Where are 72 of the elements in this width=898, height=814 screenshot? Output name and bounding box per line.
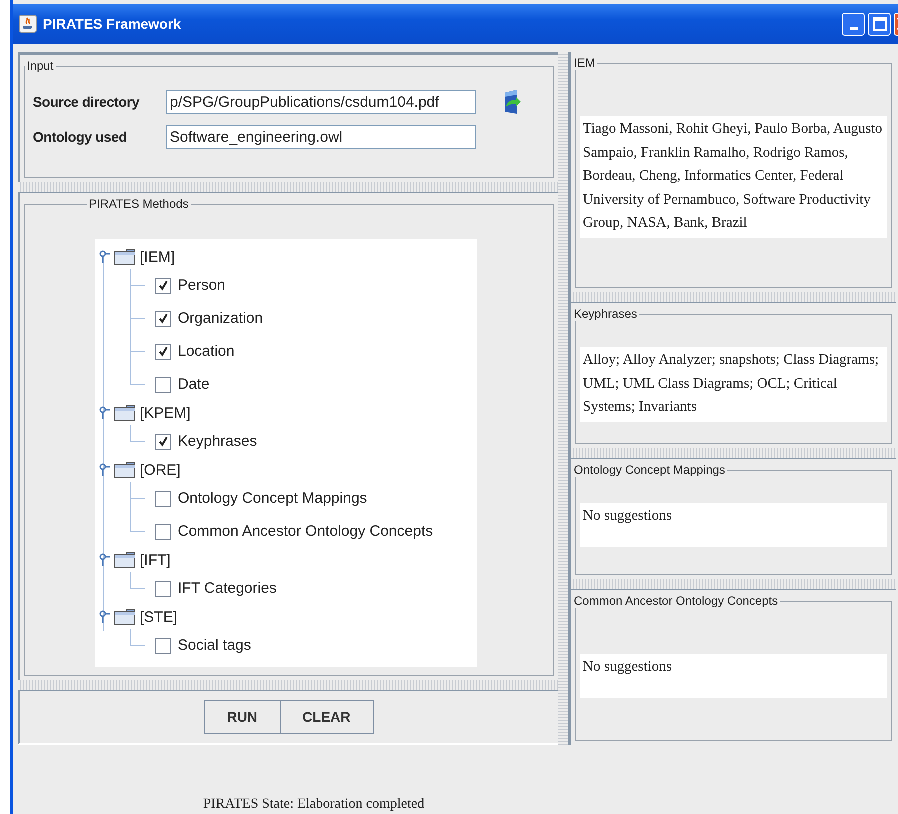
folder-icon — [114, 404, 136, 422]
input-field[interactable]: p/SPG/GroupPublications/csdum104.pdf — [166, 90, 476, 114]
checkbox-label[interactable]: Person — [178, 277, 226, 294]
folder-icon — [114, 248, 136, 266]
tree-node-label[interactable]: [STE] — [140, 608, 178, 626]
group-title: Keyphrases — [573, 307, 638, 321]
checkbox-label[interactable]: Location — [178, 343, 235, 360]
folder-icon — [114, 608, 136, 626]
group-title: Common Ancestor Ontology Concepts — [573, 594, 780, 608]
tree-connector-line — [130, 302, 145, 335]
check-icon — [158, 313, 168, 324]
action-button[interactable]: RUN — [204, 700, 281, 734]
group-title: Input — [26, 59, 55, 73]
tree-connector-line — [130, 425, 145, 442]
checkbox-label[interactable]: Keyphrases — [178, 433, 258, 450]
checkbox-label[interactable]: Organization — [178, 310, 264, 327]
check-icon — [158, 346, 168, 357]
checkbox-label[interactable]: Common Ancestor Ontology Concepts — [178, 523, 434, 540]
tree-node-label[interactable]: [ORE] — [140, 462, 181, 478]
splitter-handle[interactable] — [571, 579, 896, 590]
window-title: PIRATES Framework — [43, 16, 182, 32]
result-text: No suggestions — [580, 503, 887, 547]
splitter-handle[interactable] — [571, 448, 896, 459]
app-icon — [19, 15, 37, 33]
checkbox[interactable] — [155, 524, 171, 540]
checkbox[interactable] — [155, 376, 171, 392]
checkbox[interactable] — [155, 310, 171, 326]
check-icon — [158, 280, 168, 291]
tree-connector-line — [130, 572, 145, 589]
tree-connector-line — [130, 269, 145, 302]
status-text: PIRATES State: Elaboration completed — [202, 797, 426, 813]
tree-node-label[interactable]: [KPEM] — [140, 404, 191, 422]
folder-icon — [114, 552, 136, 568]
field-label: Ontology used — [33, 129, 128, 145]
check-icon — [158, 436, 168, 447]
tree-node-label[interactable]: [IEM] — [140, 248, 176, 266]
group-title: IEM — [573, 56, 596, 70]
checkbox-label[interactable]: Ontology Concept Mappings — [178, 490, 368, 507]
checkbox[interactable] — [155, 580, 171, 596]
tree-node-label[interactable]: [IFT] — [140, 552, 171, 568]
checkbox[interactable] — [155, 344, 171, 360]
group-title: PIRATES Methods — [88, 197, 190, 211]
checkbox-label[interactable]: Date — [178, 376, 210, 393]
tree-handle-icon[interactable] — [99, 406, 111, 420]
checkbox[interactable] — [155, 434, 171, 450]
result-text: No suggestions — [580, 654, 887, 698]
result-text: Alloy; Alloy Analyzer; snapshots; Class Diagrams; UML; UML Class Diagrams; OCL; Critical Systems; Invariants — [580, 347, 887, 422]
input-field[interactable]: Software_engineering.owl — [166, 125, 476, 149]
checkbox[interactable] — [155, 278, 171, 294]
tree-handle-icon[interactable] — [99, 250, 111, 264]
tree-handle-icon[interactable] — [99, 553, 111, 567]
splitter-handle[interactable] — [18, 182, 558, 193]
checkbox-label[interactable]: Social tags — [178, 637, 252, 654]
field-label: Source directory — [33, 94, 141, 110]
splitter-handle[interactable] — [18, 680, 558, 691]
checkbox[interactable] — [155, 638, 171, 654]
splitter-handle[interactable] — [571, 292, 896, 303]
maximize-icon — [872, 17, 886, 31]
result-text: Tiago Massoni, Rohit Gheyi, Paulo Borba, Augusto Sampaio, Franklin Ramalho, Rodrigo Ramos, Bordeau, Cheng, Informatics Center, Federal University of Pernambuco, Software Productivity Group, NASA, Bank, Brazil — [580, 116, 887, 238]
tree-handle-icon[interactable] — [99, 610, 111, 624]
group-title: Ontology Concept Mappings — [573, 463, 726, 477]
minimize-icon — [850, 26, 858, 30]
splitter-handle[interactable] — [558, 52, 568, 745]
tree-connector-line — [130, 629, 145, 646]
tree-handle-icon[interactable] — [99, 463, 111, 477]
action-button[interactable]: CLEAR — [280, 700, 374, 734]
maximize-button[interactable] — [868, 12, 891, 36]
folder-arrow-icon[interactable] — [502, 89, 522, 115]
folder-icon — [114, 462, 136, 478]
checkbox[interactable] — [155, 490, 171, 506]
checkbox-label[interactable]: IFT Categories — [178, 580, 277, 597]
minimize-button[interactable] — [842, 12, 865, 36]
